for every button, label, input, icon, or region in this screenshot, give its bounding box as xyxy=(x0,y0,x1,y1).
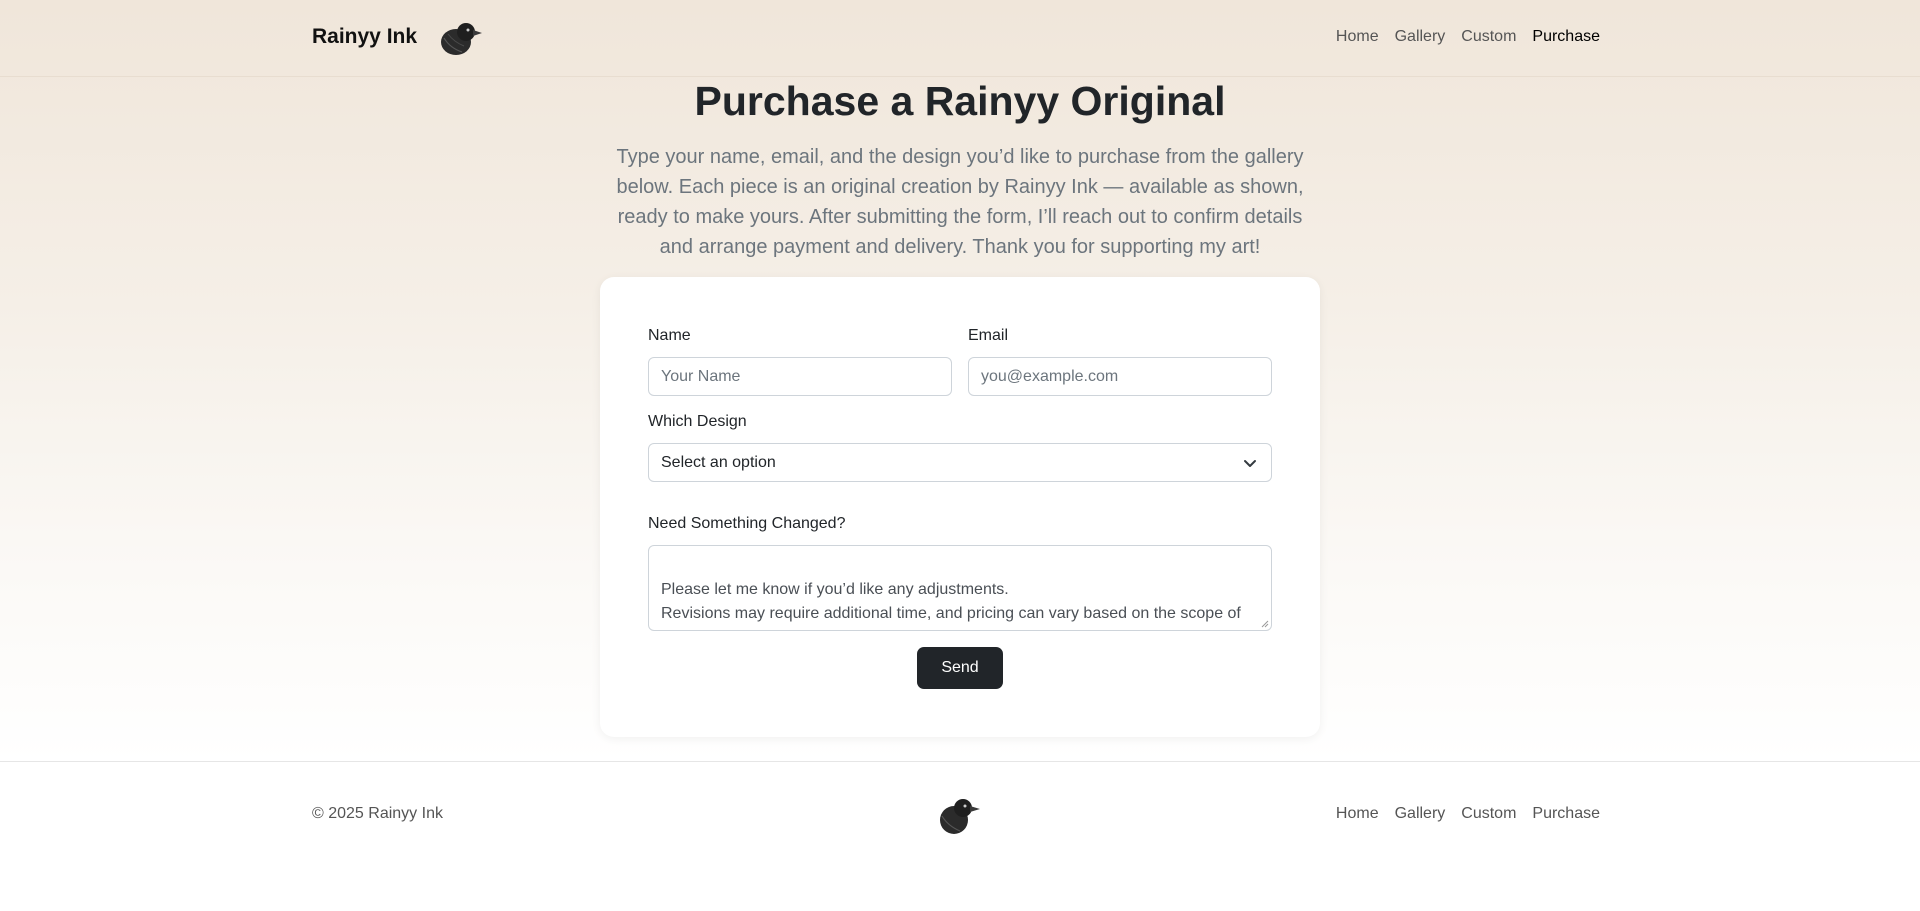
nav-home[interactable]: Home xyxy=(1336,28,1379,46)
design-label: Which Design xyxy=(648,413,747,430)
name-input[interactable] xyxy=(648,357,952,396)
footer-links: Home Gallery Custom Purchase xyxy=(1336,805,1600,823)
footer-custom[interactable]: Custom xyxy=(1461,805,1516,823)
email-label: Email xyxy=(968,327,1009,344)
nav-purchase[interactable]: Purchase xyxy=(1532,28,1600,46)
nav-custom[interactable]: Custom xyxy=(1461,28,1516,46)
navbar: Rainyy Ink Home Gallery Custom Purchase xyxy=(0,0,1920,77)
page-description: Type your name, email, and the design yo… xyxy=(616,146,1304,258)
page-title: Purchase a Rainyy Original xyxy=(694,78,1226,124)
changes-textarea[interactable]: Please let me know if you’d like any adj… xyxy=(648,545,1272,631)
footer: © 2025 Rainyy Ink Home Gallery Custom Pu… xyxy=(0,761,1920,911)
changes-placeholder: Please let me know if you’d like any adj… xyxy=(661,581,1241,630)
resize-grip-icon[interactable] xyxy=(1261,620,1269,628)
purchase-form-card: Name Email Which Design Select an option… xyxy=(600,277,1320,737)
email-input[interactable] xyxy=(968,357,1272,396)
design-select[interactable]: Select an option xyxy=(648,443,1272,482)
footer-gallery[interactable]: Gallery xyxy=(1395,805,1446,823)
footer-purchase[interactable]: Purchase xyxy=(1532,805,1600,823)
nav-links: Home Gallery Custom Purchase xyxy=(1336,28,1600,46)
brand-name[interactable]: Rainyy Ink xyxy=(312,25,417,49)
crow-icon[interactable] xyxy=(436,18,482,58)
chevron-down-icon xyxy=(1244,460,1256,467)
changes-label: Need Something Changed? xyxy=(648,515,846,532)
nav-gallery[interactable]: Gallery xyxy=(1395,28,1446,46)
name-label: Name xyxy=(648,327,691,344)
crow-icon xyxy=(940,799,980,834)
footer-home[interactable]: Home xyxy=(1336,805,1379,823)
copyright-text: © 2025 Rainyy Ink xyxy=(312,805,443,822)
send-button[interactable]: Send xyxy=(917,647,1003,689)
design-select-value: Select an option xyxy=(661,454,776,471)
